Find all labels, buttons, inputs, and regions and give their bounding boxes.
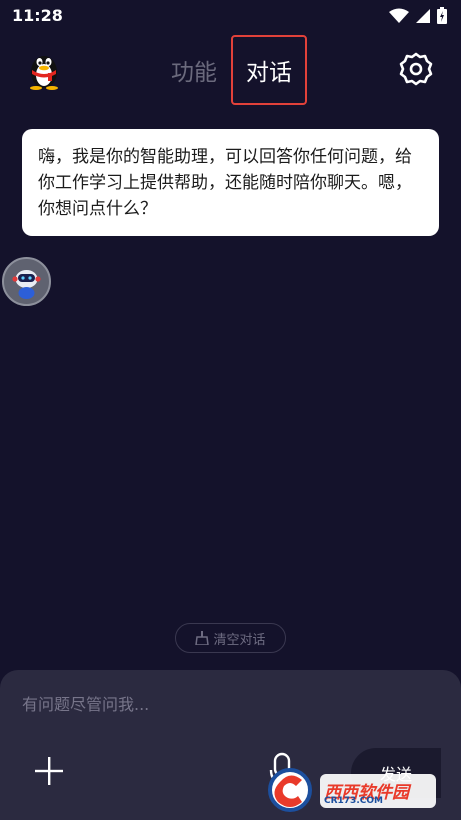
watermark-domain: CR173.COM [324,796,383,806]
assistant-message-text: 嗨，我是你的智能助理，可以回答你任何问题，给你工作学习上提供帮助，还能随时陪你聊… [38,147,412,219]
add-attachment-button[interactable] [32,754,66,788]
wifi-icon [389,8,409,23]
penguin-icon [30,56,58,90]
header: 功能 对话 [0,34,461,106]
status-icons [389,7,447,24]
question-input[interactable] [22,688,422,720]
robot-icon [12,270,41,299]
battery-icon [437,7,447,24]
tab-function[interactable]: 功能 [165,53,223,87]
signal-icon [416,8,430,23]
clear-chat-button[interactable]: 清空对话 [175,623,286,653]
assistant-message-bubble: 嗨，我是你的智能助理，可以回答你任何问题，给你工作学习上提供帮助，还能随时陪你聊… [22,129,439,236]
qq-penguin-avatar-button[interactable] [24,48,64,90]
status-time: 11:28 [12,6,63,25]
tab-chat[interactable]: 对话 [231,35,307,105]
mode-tabs: 功能 对话 [165,34,307,106]
plus-icon [35,757,63,785]
gear-icon [399,52,433,86]
clear-chat-label: 清空对话 [213,632,266,648]
site-watermark: 西西软件园 CR173.COM [262,766,440,814]
chat-screen: 11:28 功能 对话 嗨，我是你的智能助理，可以回答你任何问题，给你工作学习上… [0,0,461,820]
settings-button[interactable] [399,52,433,86]
assistant-avatar [2,257,51,306]
status-bar: 11:28 [0,0,461,32]
broom-icon [195,631,210,645]
